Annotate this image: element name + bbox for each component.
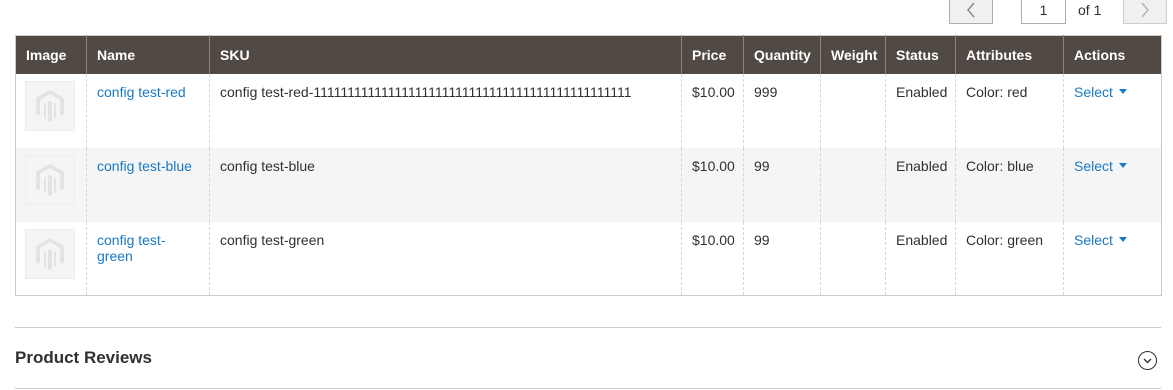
status-cell: Enabled: [885, 147, 956, 222]
product-name-link[interactable]: config test-blue: [97, 158, 192, 174]
previous-page-button[interactable]: [949, 0, 993, 24]
actions-cell: Select: [1063, 73, 1162, 148]
image-cell: [16, 74, 87, 148]
column-header-price[interactable]: Price: [681, 35, 744, 74]
select-label: Select: [1074, 157, 1113, 174]
quantity-cell: 99: [743, 147, 821, 222]
caret-down-icon: [1118, 237, 1127, 242]
section-title[interactable]: Product Reviews: [15, 348, 152, 368]
price-cell: $10.00: [681, 147, 744, 222]
attributes-cell: Color: red: [955, 73, 1064, 148]
chevron-left-icon: [967, 2, 975, 17]
image-cell: [16, 222, 87, 296]
quantity-cell: 999: [743, 73, 821, 148]
page-number-input[interactable]: 1: [1021, 0, 1066, 24]
column-header-attributes[interactable]: Attributes: [955, 35, 1064, 74]
product-name-link[interactable]: config test-red: [97, 84, 186, 100]
sku-cell: config test-red-111111111111111111111111…: [209, 73, 682, 148]
sku-cell: config test-green: [209, 221, 682, 296]
attributes-cell: Color: green: [955, 221, 1064, 296]
column-header-image[interactable]: Image: [15, 35, 87, 74]
quantity-cell: 99: [743, 221, 821, 296]
status-cell: Enabled: [885, 221, 956, 296]
name-cell: config test-red: [86, 73, 210, 148]
row-actions-select[interactable]: Select: [1074, 232, 1127, 248]
row-actions-select[interactable]: Select: [1074, 158, 1127, 174]
column-header-name[interactable]: Name: [86, 35, 210, 74]
table-row: config test-green config test-green $10.…: [16, 221, 1162, 296]
product-thumbnail[interactable]: [25, 154, 75, 205]
chevron-right-icon: [1141, 2, 1149, 17]
page-count-label: of 1: [1078, 2, 1102, 18]
name-cell: config test-blue: [86, 147, 210, 222]
grid-header-row: Image Name SKU Price Quantity Weight Sta…: [15, 35, 1162, 74]
pagination: 1 of 1: [933, 0, 1173, 25]
column-header-sku[interactable]: SKU: [209, 35, 682, 74]
product-thumbnail[interactable]: [25, 80, 75, 131]
next-page-button[interactable]: [1123, 0, 1167, 24]
actions-cell: Select: [1063, 147, 1162, 222]
caret-down-icon: [1118, 163, 1127, 168]
name-cell: config test-green: [86, 221, 210, 296]
magento-logo-placeholder-icon: [36, 237, 64, 270]
actions-cell: Select: [1063, 221, 1162, 296]
image-cell: [15, 147, 87, 222]
product-name-link[interactable]: config test-green: [97, 232, 165, 264]
product-reviews-section[interactable]: Product Reviews: [15, 327, 1161, 389]
column-header-actions: Actions: [1063, 35, 1162, 74]
attributes-cell: Color: blue: [955, 147, 1064, 222]
column-header-status[interactable]: Status: [885, 35, 956, 74]
weight-cell: [820, 73, 886, 148]
weight-cell: [820, 221, 886, 296]
magento-logo-placeholder-icon: [36, 163, 64, 196]
weight-cell: [820, 147, 886, 222]
column-header-quantity[interactable]: Quantity: [743, 35, 821, 74]
product-variations-grid: Image Name SKU Price Quantity Weight Sta…: [15, 35, 1162, 296]
select-label: Select: [1074, 231, 1113, 248]
table-row: config test-blue config test-blue $10.00…: [15, 147, 1162, 222]
price-cell: $10.00: [681, 73, 744, 148]
sku-cell: config test-blue: [209, 147, 682, 222]
status-cell: Enabled: [885, 73, 956, 148]
caret-down-icon: [1118, 89, 1127, 94]
table-row: config test-red config test-red-11111111…: [16, 73, 1162, 148]
row-actions-select[interactable]: Select: [1074, 84, 1127, 100]
select-label: Select: [1074, 83, 1113, 100]
product-thumbnail[interactable]: [25, 228, 75, 279]
chevron-down-circle-icon[interactable]: [1138, 351, 1157, 370]
magento-logo-placeholder-icon: [36, 89, 64, 122]
price-cell: $10.00: [681, 221, 744, 296]
column-header-weight[interactable]: Weight: [820, 35, 886, 74]
